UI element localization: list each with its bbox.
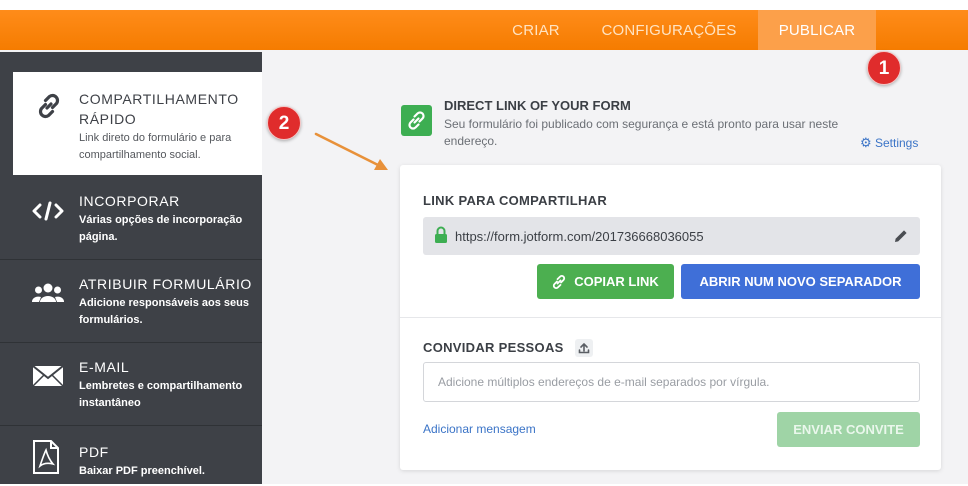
lock-icon bbox=[435, 226, 447, 243]
share-link-label: LINK PARA COMPARTILHAR bbox=[423, 193, 608, 208]
top-strip bbox=[0, 0, 968, 10]
share-card: LINK PARA COMPARTILHAR https://form.jotf… bbox=[400, 165, 941, 470]
tab-publicar[interactable]: PUBLICAR bbox=[758, 10, 876, 50]
top-navigation-bar: CRIAR CONFIGURAÇÕES PUBLICAR bbox=[0, 10, 968, 50]
upload-icon bbox=[578, 342, 590, 354]
step-badge-2: 2 bbox=[267, 106, 301, 140]
code-icon bbox=[32, 201, 64, 221]
email-addresses-input[interactable]: Adicione múltiplos endereços de e-mail s… bbox=[423, 362, 920, 402]
link-icon bbox=[552, 275, 566, 289]
direct-link-title: DIRECT LINK OF YOUR FORM bbox=[444, 98, 631, 113]
link-icon bbox=[408, 111, 425, 130]
share-link-field[interactable]: https://form.jotform.com/201736668036055 bbox=[423, 217, 920, 255]
sidebar-item-desc: Link direto do formulário e para compart… bbox=[79, 132, 232, 161]
users-icon bbox=[32, 283, 64, 302]
settings-link[interactable]: ⚙ Settings bbox=[860, 135, 918, 151]
settings-label: Settings bbox=[875, 136, 919, 150]
pdf-icon bbox=[33, 440, 59, 474]
pointer-arrow bbox=[314, 132, 388, 170]
invite-people-label: CONVIDAR PESSOAS bbox=[423, 340, 564, 355]
sidebar-item-desc: Várias opções de incorporação página. bbox=[79, 214, 243, 243]
direct-link-icon bbox=[401, 105, 432, 136]
sidebar-item-title: INCORPORAR bbox=[79, 193, 180, 209]
tab-configuracoes[interactable]: CONFIGURAÇÕES bbox=[588, 10, 750, 50]
sidebar-item-assign-form[interactable]: ATRIBUIR FORMULÁRIO Adicione responsávei… bbox=[0, 260, 262, 343]
copy-link-label: COPIAR LINK bbox=[574, 274, 659, 289]
gear-icon: ⚙ bbox=[860, 135, 872, 150]
section-divider bbox=[400, 317, 941, 318]
sidebar-item-title: E-MAIL bbox=[79, 359, 130, 375]
sidebar-item-embed[interactable]: INCORPORAR Várias opções de incorporação… bbox=[0, 177, 262, 260]
publish-sidebar: COMPARTILHAMENTO RÁPIDO Link direto do f… bbox=[0, 52, 262, 484]
envelope-icon bbox=[32, 365, 64, 387]
sidebar-item-title: ATRIBUIR FORMULÁRIO bbox=[79, 276, 252, 292]
sidebar-item-email[interactable]: E-MAIL Lembretes e compartilhamento inst… bbox=[0, 343, 262, 426]
cutoff-decoration bbox=[596, 0, 636, 2]
step-badge-1: 1 bbox=[867, 51, 901, 85]
direct-link-description: Seu formulário foi publicado com seguran… bbox=[444, 117, 839, 148]
upload-button[interactable] bbox=[575, 339, 593, 357]
sidebar-item-desc: Adicione responsáveis aos seus formulári… bbox=[79, 297, 249, 326]
sidebar-item-desc: Baixar PDF preenchível. bbox=[79, 465, 205, 477]
add-message-link[interactable]: Adicionar mensagem bbox=[423, 422, 536, 436]
sidebar-item-desc: Lembretes e compartilhamento instantâneo bbox=[79, 380, 243, 409]
sidebar-item-title: PDF bbox=[79, 444, 109, 460]
send-invite-button[interactable]: ENVIAR CONVITE bbox=[777, 412, 920, 447]
link-icon bbox=[38, 93, 60, 119]
copy-link-button[interactable]: COPIAR LINK bbox=[537, 264, 674, 299]
sidebar-item-quick-share[interactable]: COMPARTILHAMENTO RÁPIDO Link direto do f… bbox=[13, 72, 262, 175]
sidebar-item-pdf[interactable]: PDF Baixar PDF preenchível. bbox=[0, 426, 262, 486]
pencil-icon[interactable] bbox=[893, 228, 909, 244]
open-new-tab-button[interactable]: ABRIR NUM NOVO SEPARADOR bbox=[681, 264, 920, 299]
share-link-url: https://form.jotform.com/201736668036055 bbox=[455, 229, 704, 244]
tab-criar[interactable]: CRIAR bbox=[494, 10, 578, 50]
sidebar-item-title: COMPARTILHAMENTO RÁPIDO bbox=[79, 91, 239, 127]
